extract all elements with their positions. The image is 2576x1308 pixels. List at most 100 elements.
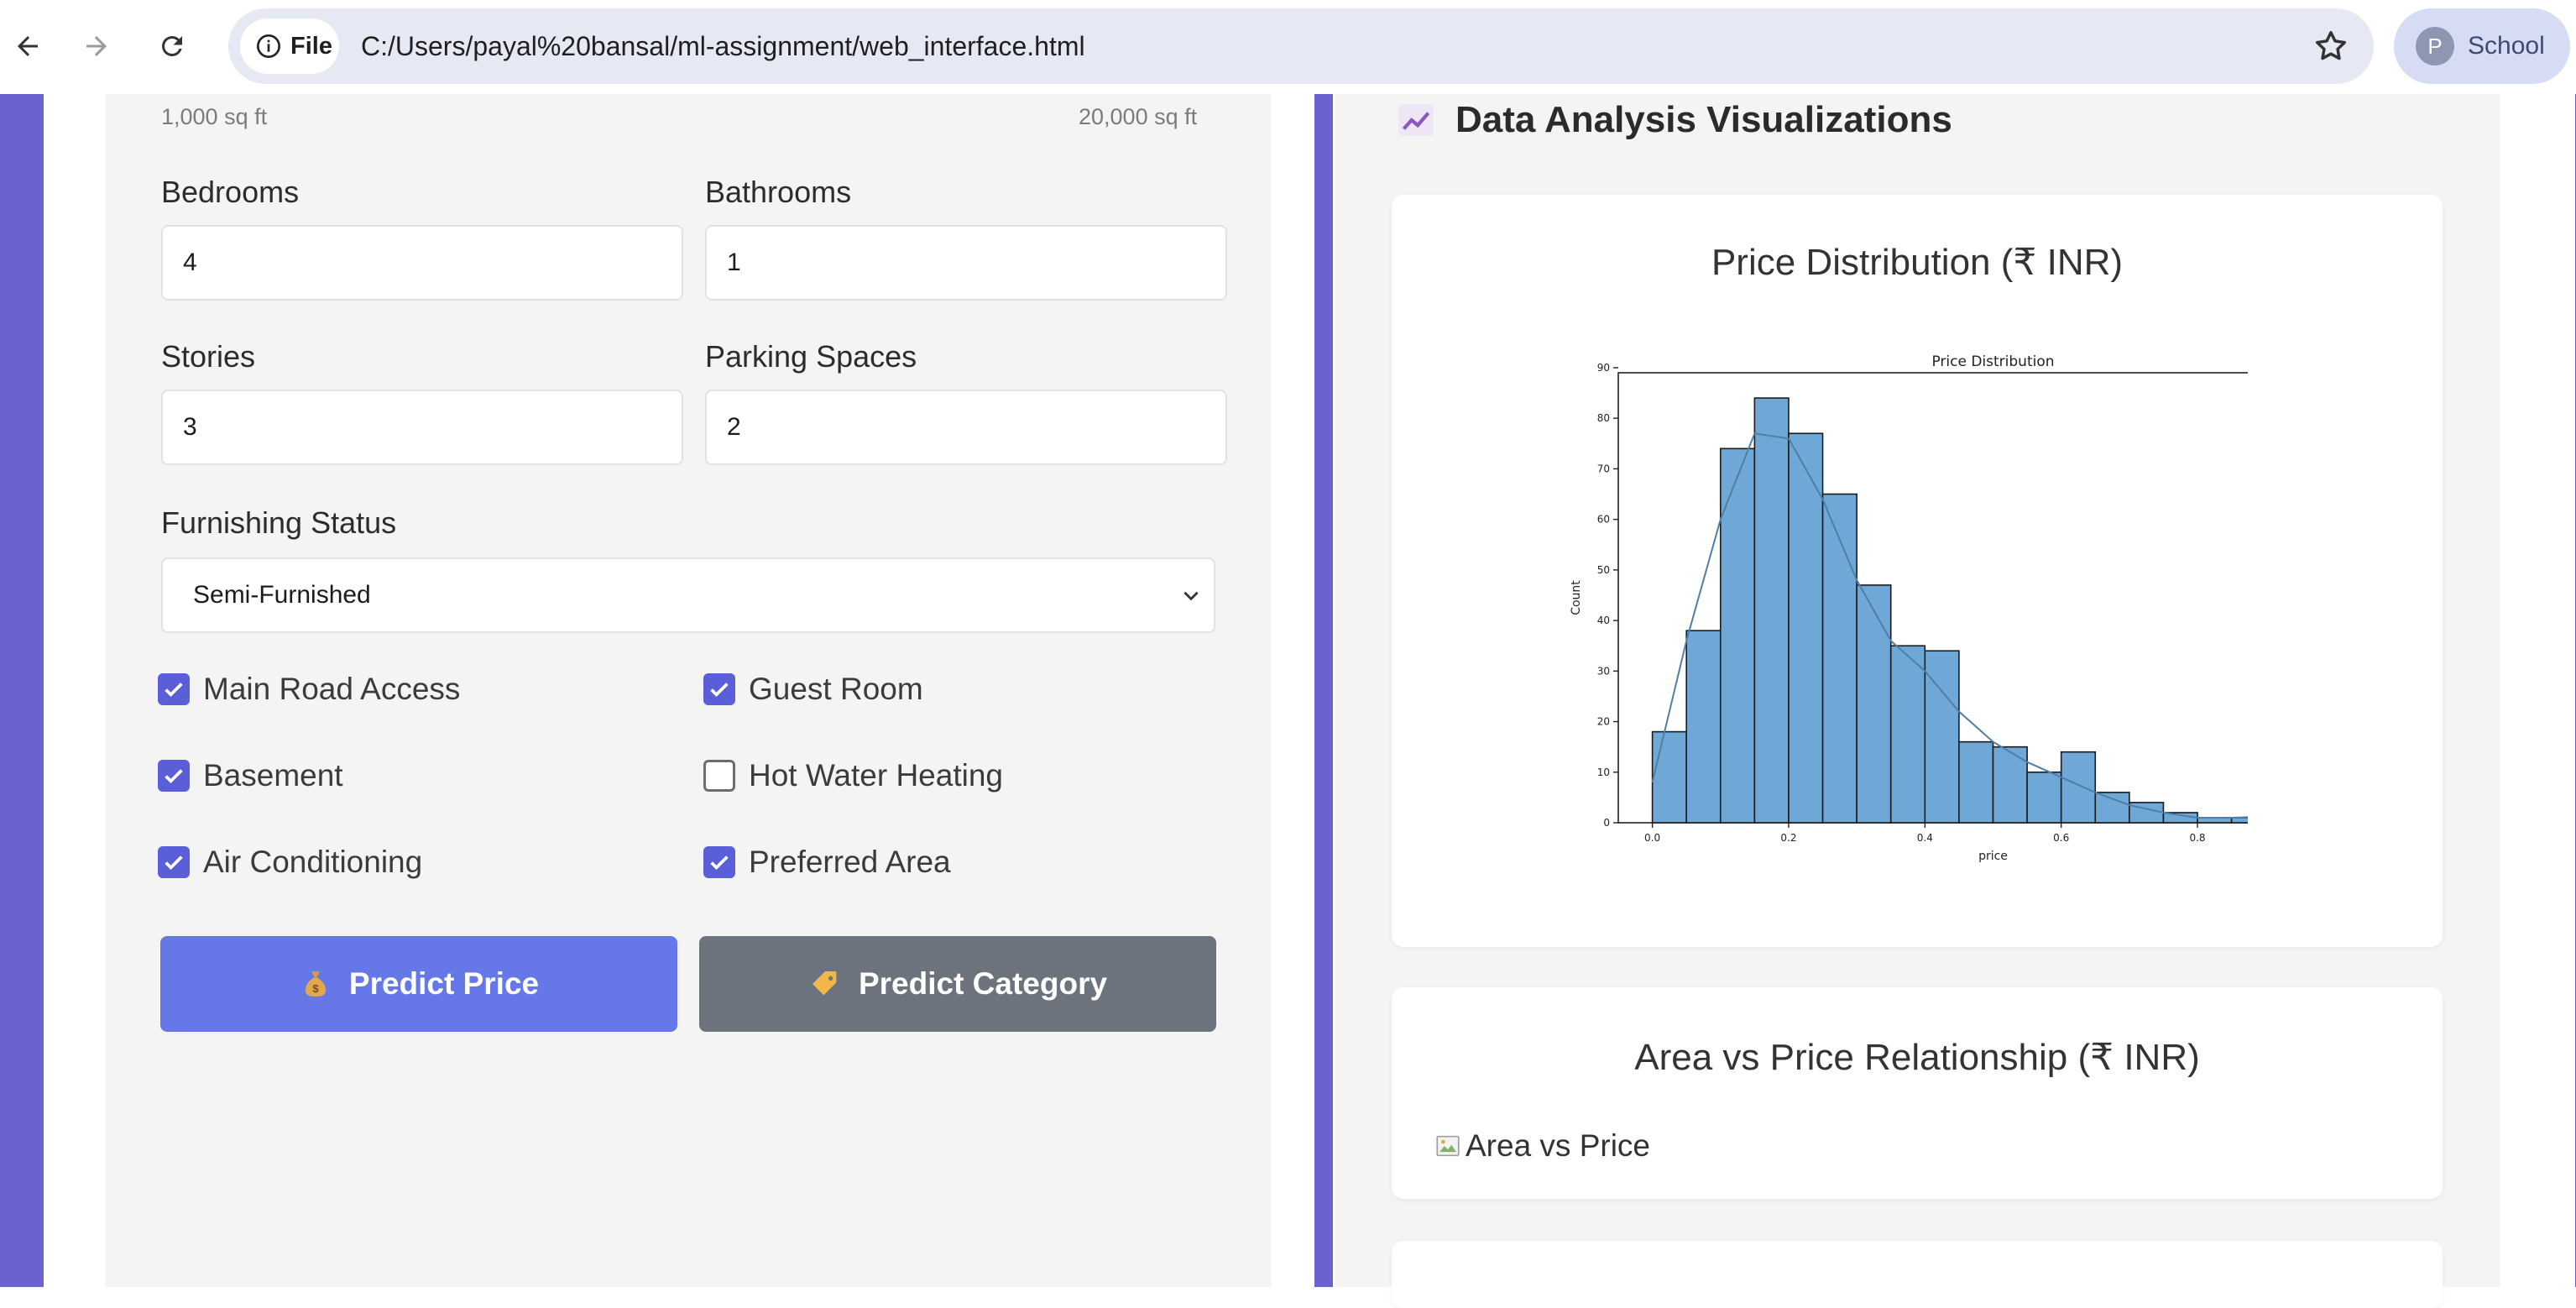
parking-input[interactable]: 2 xyxy=(705,390,1227,465)
price-distribution-card: Price Distribution (₹ INR) Price Distrib… xyxy=(1392,195,2443,947)
x-tick-label: 0.0 xyxy=(1644,832,1660,844)
back-arrow-icon xyxy=(18,36,38,56)
area-max-label: 20,000 sq ft xyxy=(1079,104,1198,129)
histogram-bar xyxy=(1685,630,1722,824)
y-tick-label: 0 xyxy=(1603,817,1610,829)
forward-arrow-icon xyxy=(86,36,107,56)
y-tick-label: 50 xyxy=(1597,564,1610,576)
checkbox-box[interactable] xyxy=(703,846,735,878)
checkbox-basement[interactable]: Basement xyxy=(158,755,343,797)
chevron-down-icon xyxy=(1183,591,1199,601)
info-icon xyxy=(257,34,280,58)
y-tick-label: 70 xyxy=(1597,463,1610,474)
reload-icon xyxy=(162,36,182,56)
predict-category-label: Predict Category xyxy=(858,966,1108,1001)
area-vs-price-title: Area vs Price Relationship (₹ INR) xyxy=(1634,1037,2200,1078)
x-tick-label: 0.4 xyxy=(1917,832,1933,844)
y-tick-label: 40 xyxy=(1597,615,1610,626)
checkbox-label: Preferred Area xyxy=(749,845,951,879)
site-info-chip[interactable]: File xyxy=(240,18,339,74)
predict-category-button[interactable]: Predict Category xyxy=(699,936,1216,1032)
broken-image-icon xyxy=(1436,1135,1460,1157)
checkmark-icon xyxy=(165,855,183,871)
histogram-bar xyxy=(2026,771,2062,824)
checkbox-preferred-area[interactable]: Preferred Area xyxy=(703,841,951,883)
histogram-bar xyxy=(1651,730,1687,824)
furnishing-label: Furnishing Status xyxy=(161,505,397,540)
y-tick-label: 20 xyxy=(1597,716,1610,728)
predict-price-label: Predict Price xyxy=(348,966,540,1001)
visualizations-heading: Data Analysis Visualizations xyxy=(1395,99,1952,141)
forward-button[interactable] xyxy=(69,18,124,74)
area-vs-price-alt-text: Area vs Price xyxy=(1466,1128,1651,1163)
stories-input[interactable]: 3 xyxy=(161,390,683,465)
bedrooms-input[interactable]: 4 xyxy=(161,225,683,301)
reload-button[interactable] xyxy=(144,18,200,74)
predict-price-button[interactable]: $ Predict Price xyxy=(160,936,677,1032)
price-distribution-chart: Price Distribution price Count 0.0 0.2 0.4 0.6… xyxy=(1570,353,2248,863)
checkmark-icon xyxy=(165,683,183,698)
svg-text:$: $ xyxy=(312,982,319,995)
y-axis-label: Count xyxy=(1570,580,1583,615)
furnishing-selected-value: Semi-Furnished xyxy=(193,581,371,609)
furnishing-select[interactable]: Semi-Furnished xyxy=(161,557,1215,633)
parking-label: Parking Spaces xyxy=(705,339,917,374)
bookmark-star-icon[interactable] xyxy=(2312,27,2350,65)
back-button[interactable] xyxy=(0,18,55,74)
histogram-bar xyxy=(2060,751,2097,824)
checkbox-label: Hot Water Heating xyxy=(749,758,1003,793)
checkbox-label: Guest Room xyxy=(749,672,923,706)
checkbox-label: Air Conditioning xyxy=(203,845,423,879)
price-distribution-title: Price Distribution (₹ INR) xyxy=(1711,242,2124,283)
avatar: P xyxy=(2416,27,2454,65)
file-chip-label: File xyxy=(290,32,332,60)
area-vs-price-card: Area vs Price Relationship (₹ INR) Area … xyxy=(1392,987,2443,1199)
checkbox-box[interactable] xyxy=(158,760,190,792)
y-tick-label: 10 xyxy=(1597,766,1610,778)
checkbox-box[interactable] xyxy=(158,846,190,878)
bathrooms-label: Bathrooms xyxy=(705,175,852,209)
x-axis-label: price xyxy=(1978,850,2008,863)
checkbox-label: Main Road Access xyxy=(203,672,461,706)
y-tick-label: 30 xyxy=(1597,665,1610,677)
checkbox-label: Basement xyxy=(203,758,343,793)
label-tag-icon xyxy=(812,971,837,996)
checkbox-hot-water-heating[interactable]: Hot Water Heating xyxy=(703,755,1003,797)
y-tick-label: 60 xyxy=(1597,514,1610,526)
stories-label: Stories xyxy=(161,339,256,374)
y-tick-label: 90 xyxy=(1597,362,1610,374)
address-bar[interactable]: File C:/Users/payal%20bansal/ml-assignme… xyxy=(228,8,2374,84)
y-tick-label: 80 xyxy=(1597,412,1610,424)
url-text: C:/Users/payal%20bansal/ml-assignment/we… xyxy=(361,31,1085,61)
area-vs-price-image: Area vs Price xyxy=(1434,1128,1650,1164)
browser-toolbar: File C:/Users/payal%20bansal/ml-assignme… xyxy=(0,0,2576,94)
checkmark-icon xyxy=(165,769,183,784)
checkbox-guest-room[interactable]: Guest Room xyxy=(703,668,923,710)
checkmark-icon xyxy=(710,855,729,871)
checkmark-icon xyxy=(710,683,729,698)
bathrooms-input[interactable]: 1 xyxy=(705,225,1227,301)
x-tick-label: 0.8 xyxy=(2189,832,2205,844)
area-min-label: 1,000 sq ft xyxy=(161,104,268,129)
checkbox-box[interactable] xyxy=(158,673,190,705)
histogram-bar xyxy=(2094,792,2130,824)
checkbox-box[interactable] xyxy=(703,760,735,792)
chart-title: Price Distribution xyxy=(1931,353,2054,370)
profile-label: School xyxy=(2468,32,2545,60)
checkbox-main-road[interactable]: Main Road Access xyxy=(158,668,460,710)
histogram-bar xyxy=(1821,493,1858,824)
checkbox-box[interactable] xyxy=(703,673,735,705)
histogram-bar xyxy=(1889,645,1926,824)
x-tick-label: 0.2 xyxy=(1780,832,1796,844)
histogram-bar xyxy=(1958,740,1994,824)
bedrooms-label: Bedrooms xyxy=(161,175,300,209)
histogram-bar xyxy=(1753,397,1790,824)
checkbox-air-conditioning[interactable]: Air Conditioning xyxy=(158,841,422,883)
visualizations-title: Data Analysis Visualizations xyxy=(1455,99,1952,140)
next-chart-card xyxy=(1392,1241,2443,1308)
chart-trend-icon xyxy=(1398,104,1434,136)
money-bag-icon: $ xyxy=(305,971,326,997)
histogram-bar xyxy=(1856,584,1892,824)
profile-button[interactable]: P School xyxy=(2394,8,2570,84)
x-tick-label: 0.6 xyxy=(2053,832,2069,844)
